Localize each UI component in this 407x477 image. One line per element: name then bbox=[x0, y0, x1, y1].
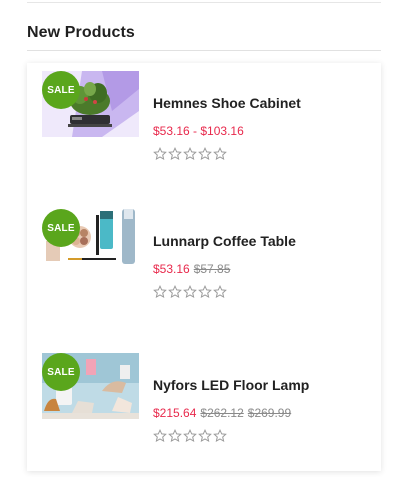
star-outline-icon bbox=[183, 147, 197, 160]
price-original-alt: $269.99 bbox=[247, 406, 292, 420]
product-name-link[interactable]: Hemnes Shoe Cabinet bbox=[153, 95, 301, 111]
price-current: $53.16 bbox=[153, 262, 190, 276]
price-from: $53.16 bbox=[153, 124, 190, 138]
product-price: $215.64 $262.12 $269.99 bbox=[153, 406, 291, 420]
sale-badge: SALE bbox=[42, 71, 80, 109]
product-name-link[interactable]: Nyfors LED Floor Lamp bbox=[153, 377, 309, 393]
product-item: SALE Hemnes Shoe Cabinet $53.16 - $103.1… bbox=[42, 71, 372, 171]
sale-badge: SALE bbox=[42, 353, 80, 391]
star-outline-icon bbox=[213, 147, 227, 160]
top-divider bbox=[27, 2, 381, 3]
star-outline-icon bbox=[153, 429, 167, 442]
price-original: $262.12 bbox=[200, 406, 244, 420]
sale-badge: SALE bbox=[42, 209, 80, 247]
product-name-link[interactable]: Lunnarp Coffee Table bbox=[153, 233, 296, 249]
star-outline-icon bbox=[168, 147, 182, 160]
star-outline-icon bbox=[198, 429, 212, 442]
star-rating bbox=[153, 429, 227, 443]
product-item: SALE Nyfors LED Floor Lamp $215.64 $262.1… bbox=[42, 353, 372, 453]
price-original: $57.85 bbox=[193, 262, 231, 276]
price-range-separator: - bbox=[189, 124, 201, 138]
star-outline-icon bbox=[213, 429, 227, 442]
star-outline-icon bbox=[153, 147, 167, 160]
star-rating bbox=[153, 285, 227, 299]
title-divider bbox=[27, 50, 381, 51]
star-outline-icon bbox=[198, 147, 212, 160]
star-outline-icon bbox=[213, 285, 227, 298]
product-price: $53.16 - $103.16 bbox=[153, 124, 244, 138]
star-rating bbox=[153, 147, 227, 161]
star-outline-icon bbox=[183, 429, 197, 442]
star-outline-icon bbox=[198, 285, 212, 298]
product-price: $53.16 $57.85 bbox=[153, 262, 230, 276]
price-current: $215.64 bbox=[153, 406, 197, 420]
star-outline-icon bbox=[183, 285, 197, 298]
product-list-card: SALE Hemnes Shoe Cabinet $53.16 - $103.1… bbox=[27, 63, 381, 471]
star-outline-icon bbox=[168, 285, 182, 298]
product-item: SALE Lunnarp Coffee Table $53.16 $57.85 bbox=[42, 207, 372, 309]
price-to: $103.16 bbox=[200, 124, 244, 138]
star-outline-icon bbox=[153, 285, 167, 298]
widget-title: New Products bbox=[27, 24, 135, 41]
star-outline-icon bbox=[168, 429, 182, 442]
